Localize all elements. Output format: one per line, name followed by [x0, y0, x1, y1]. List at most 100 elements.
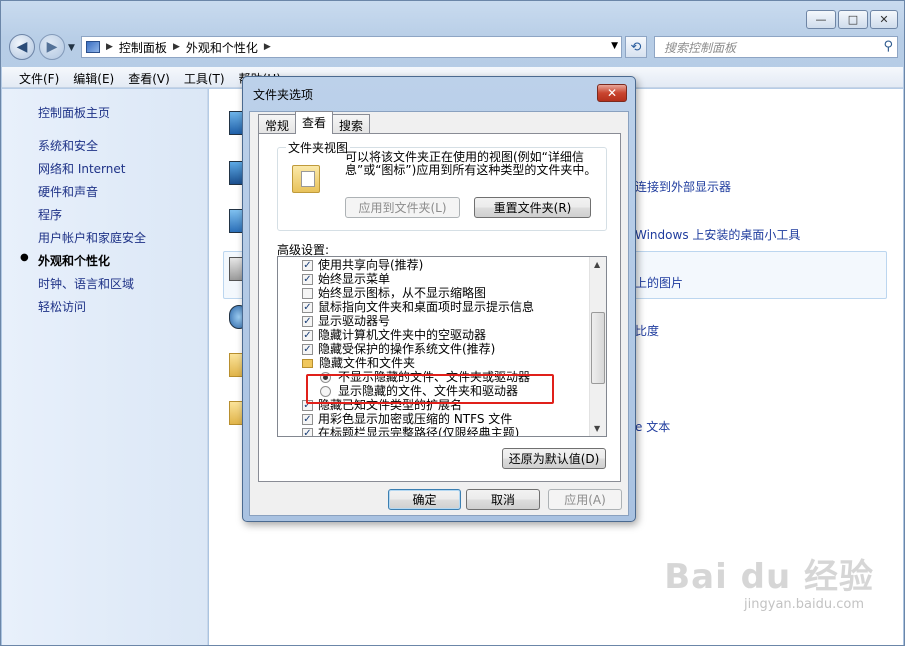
refresh-icon: ⟲: [630, 39, 642, 55]
dialog-body: 常规 查看 搜索 文件夹视图 可以将该文件夹正在使用的视图(例如“详细信息”或“…: [249, 111, 629, 516]
link-external-display[interactable]: 连接到外部显示器: [635, 178, 731, 195]
scroll-thumb[interactable]: [591, 312, 605, 384]
folder-view-title: 文件夹视图: [286, 139, 351, 156]
dialog-tabs: 常规 查看 搜索: [258, 111, 371, 134]
list-item[interactable]: 始终显示图标，从不显示缩略图: [302, 286, 486, 300]
breadcrumb-item-appearance[interactable]: 外观和个性化: [186, 39, 258, 56]
link-desktop-gadgets[interactable]: Windows 上安装的桌面小工具: [635, 226, 800, 243]
back-arrow-icon: ◀: [16, 39, 28, 55]
sidebar-item-user-accounts[interactable]: 用户帐户和家庭安全: [38, 229, 146, 246]
checkbox[interactable]: [302, 287, 313, 299]
list-item-label: 不显示隐藏的文件、文件夹或驱动器: [338, 370, 531, 384]
sidebar-item-ease-of-access[interactable]: 轻松访问: [38, 298, 86, 315]
list-item-label: 隐藏文件和文件夹: [319, 356, 416, 370]
breadcrumb-item-control-panel[interactable]: 控制面板: [119, 39, 167, 56]
sidebar-item-system-security[interactable]: 系统和安全: [38, 137, 98, 154]
list-item[interactable]: 显示隐藏的文件、文件夹和驱动器: [320, 384, 518, 398]
list-item-label: 用彩色显示加密或压缩的 NTFS 文件: [318, 412, 513, 426]
back-button[interactable]: ◀: [9, 34, 35, 60]
list-item[interactable]: ✓ 在标题栏显示完整路径(仅限经典主题): [302, 426, 519, 436]
chevron-right-icon[interactable]: ▶: [264, 42, 271, 52]
ok-button[interactable]: 确定: [388, 489, 461, 510]
list-item[interactable]: 不显示隐藏的文件、文件夹或驱动器: [320, 370, 530, 384]
sidebar-item-clock-region[interactable]: 时钟、语言和区域: [38, 275, 134, 292]
list-item-label: 隐藏受保护的操作系统文件(推荐): [318, 342, 496, 356]
refresh-button[interactable]: ⟲: [625, 36, 647, 58]
folder-icon: [302, 358, 313, 368]
checkbox[interactable]: ✓: [302, 259, 313, 271]
baidu-watermark-url: jingyan.baidu.com: [744, 597, 864, 612]
tab-view[interactable]: 查看: [295, 111, 334, 134]
checkbox[interactable]: ✓: [302, 399, 313, 411]
list-item[interactable]: ✓ 用彩色显示加密或压缩的 NTFS 文件: [302, 412, 512, 426]
radio-button[interactable]: [320, 385, 331, 397]
sidebar-item-network[interactable]: 网络和 Internet: [38, 160, 125, 177]
sidebar-item-home[interactable]: 控制面板主页: [38, 104, 110, 121]
baidu-watermark: Bai du 经验: [664, 557, 874, 597]
list-item-label: 隐藏计算机文件夹中的空驱动器: [318, 328, 487, 342]
vertical-scrollbar[interactable]: ▲ ▼: [589, 257, 606, 436]
list-item[interactable]: ✓ 隐藏受保护的操作系统文件(推荐): [302, 342, 495, 356]
chevron-right-icon[interactable]: ▶: [173, 42, 180, 52]
scroll-down-icon[interactable]: ▼: [594, 424, 600, 433]
tab-general[interactable]: 常规: [258, 114, 297, 134]
checkbox[interactable]: ✓: [302, 273, 313, 285]
menu-tools[interactable]: 工具(T): [177, 67, 232, 87]
close-button[interactable]: ✕: [870, 10, 898, 29]
folder-view-description: 可以将该文件夹正在使用的视图(例如“详细信息”或“图标”)应用到所有这种类型的文…: [345, 150, 597, 177]
apply-to-folders-button[interactable]: 应用到文件夹(L): [345, 197, 460, 218]
minimize-button[interactable]: —: [806, 10, 836, 29]
folder-options-dialog: 文件夹选项 ✕ 常规 查看 搜索 文件夹视图 可以将该文件夹正在使用的视图(例如…: [242, 76, 636, 522]
checkbox[interactable]: ✓: [302, 343, 313, 355]
reset-folders-button[interactable]: 重置文件夹(R): [474, 197, 591, 218]
recent-pages-dropdown-icon[interactable]: ▼: [68, 43, 75, 53]
restore-defaults-button[interactable]: 还原为默认值(D): [502, 448, 606, 469]
scroll-up-icon[interactable]: ▲: [594, 260, 600, 269]
list-item[interactable]: ✓ 始终显示菜单: [302, 272, 390, 286]
advanced-settings-list[interactable]: ✓ 使用共享向导(推荐) ✓ 始终显示菜单 始终显示图标，从不显示缩略图 ✓ 鼠标指向…: [277, 256, 607, 437]
search-input[interactable]: 搜索控制面板 ⚲: [654, 36, 898, 58]
cancel-button[interactable]: 取消: [466, 489, 540, 510]
list-item[interactable]: ✓ 隐藏计算机文件夹中的空驱动器: [302, 328, 486, 342]
apply-button[interactable]: 应用(A): [548, 489, 622, 510]
list-item[interactable]: ✓ 显示驱动器号: [302, 314, 390, 328]
link-contrast[interactable]: 比度: [635, 322, 659, 339]
active-bullet-icon: ●: [20, 252, 29, 263]
link-pictures[interactable]: 上的图片: [635, 274, 683, 291]
view-tab-pane: 文件夹视图 可以将该文件夹正在使用的视图(例如“详细信息”或“图标”)应用到所有…: [258, 133, 621, 482]
checkbox[interactable]: ✓: [302, 427, 313, 436]
radio-button[interactable]: [320, 371, 331, 383]
address-dropdown-icon[interactable]: ▼: [611, 41, 618, 51]
menu-edit[interactable]: 编辑(E): [66, 67, 121, 87]
tab-search[interactable]: 搜索: [332, 114, 371, 134]
sidebar-item-appearance[interactable]: 外观和个性化: [38, 252, 110, 269]
checkbox[interactable]: ✓: [302, 413, 313, 425]
menu-view[interactable]: 查看(V): [121, 67, 177, 87]
dialog-close-button[interactable]: ✕: [597, 84, 627, 102]
chevron-right-icon[interactable]: ▶: [106, 42, 113, 52]
list-item-label: 始终显示图标，从不显示缩略图: [318, 286, 487, 300]
checkbox[interactable]: ✓: [302, 315, 313, 327]
search-placeholder: 搜索控制面板: [664, 40, 737, 55]
folder-view-icon: [292, 165, 320, 193]
list-item: 隐藏文件和文件夹: [302, 356, 415, 370]
list-item-label: 显示隐藏的文件、文件夹和驱动器: [338, 384, 519, 398]
list-item-label: 始终显示菜单: [318, 272, 391, 286]
list-item-label: 隐藏已知文件类型的扩展名: [318, 398, 463, 412]
link-text[interactable]: e 文本: [635, 418, 670, 435]
list-item[interactable]: ✓ 使用共享向导(推荐): [302, 258, 423, 272]
search-icon[interactable]: ⚲: [883, 39, 893, 54]
sidebar-item-hardware-sound[interactable]: 硬件和声音: [38, 183, 98, 200]
checkbox[interactable]: ✓: [302, 329, 313, 341]
menu-file[interactable]: 文件(F): [12, 67, 66, 87]
list-item-label: 使用共享向导(推荐): [318, 258, 424, 272]
caption-buttons: — □ ✕: [806, 10, 898, 29]
maximize-button[interactable]: □: [838, 10, 868, 29]
checkbox[interactable]: ✓: [302, 301, 313, 313]
address-bar[interactable]: ▶ 控制面板 ▶ 外观和个性化 ▶ ▼: [81, 36, 622, 58]
sidebar-item-programs[interactable]: 程序: [38, 206, 62, 223]
list-item[interactable]: ✓ 隐藏已知文件类型的扩展名: [302, 398, 462, 412]
list-item-label: 显示驱动器号: [318, 314, 391, 328]
forward-button[interactable]: ▶: [39, 34, 65, 60]
list-item[interactable]: ✓ 鼠标指向文件夹和桌面项时显示提示信息: [302, 300, 534, 314]
